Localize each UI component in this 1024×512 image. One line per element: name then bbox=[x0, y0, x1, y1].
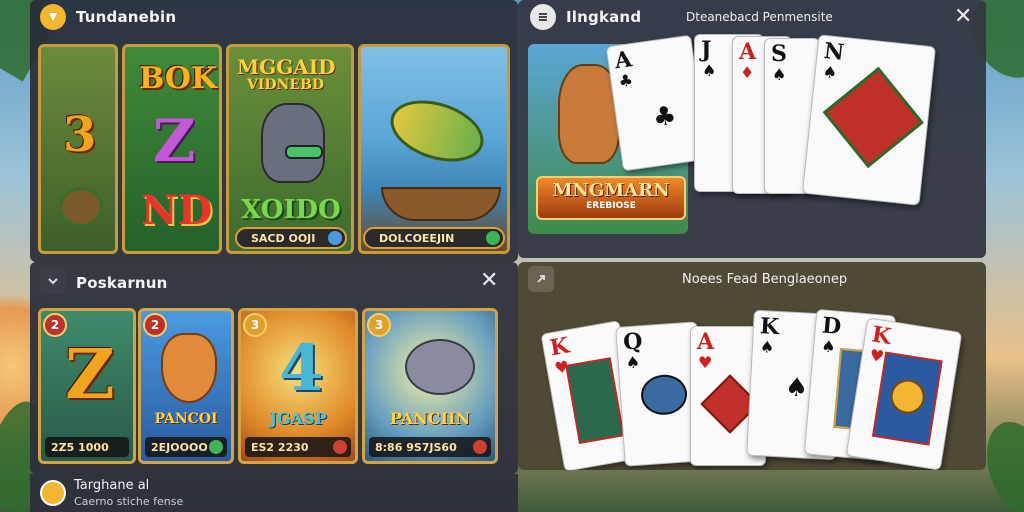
amount-bar: ES2 2230 bbox=[245, 437, 351, 457]
table-panel: Noees Fead Benglaeonep K ♥ Q ♠ A ♥ K ♠ ♠… bbox=[518, 262, 986, 470]
amount-label: 8:86 9S7JS60 bbox=[375, 440, 457, 454]
card-rank: K bbox=[759, 313, 780, 341]
rank-badge: 2 bbox=[43, 313, 67, 337]
suit-icon: ♥ bbox=[698, 353, 713, 372]
suit-icon: ♠ bbox=[702, 61, 717, 80]
rank-badge: 3 bbox=[243, 313, 267, 337]
pill-label: SACD OOJI bbox=[251, 231, 316, 245]
card-rank: A bbox=[612, 46, 634, 75]
avatar[interactable] bbox=[40, 480, 66, 506]
amount-bar: 2EJOOOO bbox=[145, 437, 227, 457]
footer-bar: Targhane al Caerno stiche fense bbox=[30, 474, 518, 512]
panel-title: Poskarnun bbox=[76, 274, 168, 292]
suit-icon: ♠ bbox=[820, 336, 837, 357]
collapse-icon[interactable] bbox=[528, 266, 554, 292]
amount-label: ES2 2230 bbox=[251, 440, 309, 454]
rank-badge: 3 bbox=[367, 313, 391, 337]
status-dot bbox=[328, 231, 342, 245]
game-name: PANCIIN bbox=[389, 409, 471, 428]
fox-icon bbox=[161, 333, 217, 403]
footer-title: Targhane al bbox=[74, 478, 150, 493]
status-dot bbox=[333, 440, 347, 454]
amount-bar: 8:86 9S7JS60 bbox=[369, 437, 491, 457]
close-icon[interactable]: ✕ bbox=[480, 270, 498, 292]
panel-subtitle: Dteanebacd Penmensite bbox=[686, 10, 833, 24]
suit-icon: ♠ bbox=[759, 337, 775, 357]
card-rank: A bbox=[697, 329, 715, 355]
card-rank: K bbox=[547, 332, 572, 362]
fish-icon bbox=[405, 339, 475, 395]
panel-title: Noees Fead Benglaeonep bbox=[682, 272, 848, 287]
goggles-icon bbox=[285, 145, 323, 159]
cat-icon bbox=[261, 103, 325, 183]
close-icon[interactable]: ✕ bbox=[954, 6, 972, 28]
panel-title: Tundanebin bbox=[76, 8, 177, 26]
card-rank: A bbox=[739, 39, 757, 65]
games-panel: Poskarnun ✕ 2 Z 2Z5 1000 2 PANCOI 2EJOOO… bbox=[30, 262, 518, 474]
coin-icon[interactable] bbox=[40, 4, 66, 30]
amount-label: 2Z5 1000 bbox=[51, 440, 109, 454]
rank-badge: 2 bbox=[143, 313, 167, 337]
slot-symbol: Z bbox=[153, 107, 196, 175]
card-rank: J bbox=[701, 37, 712, 63]
suit-icon: ♣ bbox=[651, 100, 679, 134]
playing-card[interactable]: N ♠ bbox=[801, 34, 937, 206]
slot-symbol: MGGAID bbox=[237, 55, 336, 79]
card-art bbox=[565, 357, 625, 444]
game-tile[interactable]: 3 4 JGASP ES2 2230 bbox=[238, 308, 358, 464]
amount-label: 2EJOOOO bbox=[151, 440, 208, 454]
card-rank: Q bbox=[622, 328, 644, 356]
game-tile[interactable]: 3 PANCIIN 8:86 9S7JS60 bbox=[362, 308, 498, 464]
slots-panel: Tundanebin 3 BOK Z ND MGGAID VIDNEBD XOI… bbox=[30, 0, 518, 262]
card-rank: D bbox=[820, 312, 843, 340]
slot-symbol: Z bbox=[65, 335, 115, 415]
panel-title: Ilngkand bbox=[566, 8, 642, 26]
chevron-icon[interactable] bbox=[40, 268, 66, 294]
slot-symbol: BOK bbox=[139, 61, 218, 96]
suit-icon: ♠ bbox=[821, 61, 839, 83]
card-rank: K bbox=[869, 321, 893, 351]
status-dot bbox=[209, 440, 223, 454]
slot-reel[interactable]: 3 bbox=[38, 44, 118, 254]
cards-panel: Ilngkand Dteanebacd Penmensite ✕ MNGMARN… bbox=[518, 0, 986, 258]
suit-icon: ♠ bbox=[772, 65, 787, 84]
slot-symbol: XOIDO bbox=[241, 195, 341, 225]
slot-reel[interactable]: DOLCOEEJIN bbox=[358, 44, 510, 254]
logo-sub: EREBIOSE bbox=[586, 201, 636, 211]
suit-icon: ♠ bbox=[625, 352, 641, 373]
footer-subtitle: Caerno stiche fense bbox=[74, 495, 184, 508]
amount-bar: 2Z5 1000 bbox=[45, 437, 129, 457]
bet-pill[interactable]: DOLCOEEJIN bbox=[363, 227, 505, 249]
status-dot bbox=[473, 440, 487, 454]
status-dot bbox=[486, 231, 500, 245]
suit-icon: ♣ bbox=[617, 70, 635, 92]
slot-symbol: 4 bbox=[279, 331, 324, 406]
card-rank: N bbox=[822, 37, 846, 66]
slot-symbol: ND bbox=[141, 187, 213, 234]
suit-icon: ♦ bbox=[740, 63, 755, 82]
card-rank: S bbox=[771, 41, 787, 67]
boat-icon bbox=[381, 187, 501, 221]
slot-reel[interactable]: MGGAID VIDNEBD XOIDO SACD OOJI bbox=[226, 44, 354, 254]
game-name: PANCOI bbox=[154, 411, 218, 427]
turtle-icon bbox=[59, 187, 103, 227]
slot-symbol: VIDNEBD bbox=[247, 77, 324, 93]
slot-symbol: 3 bbox=[63, 107, 97, 163]
card-art bbox=[639, 373, 689, 417]
playing-card[interactable]: K ♥ bbox=[845, 317, 963, 470]
pill-label: DOLCOEEJIN bbox=[379, 231, 455, 245]
bet-pill[interactable]: SACD OOJI bbox=[235, 227, 347, 249]
menu-icon[interactable] bbox=[530, 4, 556, 30]
playing-card[interactable]: A ♣ ♣ bbox=[605, 34, 709, 172]
fish-icon bbox=[382, 89, 492, 173]
logo-plate: MNGMARN EREBIOSE bbox=[536, 176, 686, 220]
suit-icon: ♠ bbox=[784, 372, 809, 404]
game-name: JGASP bbox=[269, 409, 327, 428]
logo-text: MNGMARN bbox=[552, 180, 670, 201]
game-tile[interactable]: 2 PANCOI 2EJOOOO bbox=[138, 308, 234, 464]
card-art bbox=[822, 66, 924, 169]
slot-reel[interactable]: BOK Z ND bbox=[122, 44, 222, 254]
game-tile[interactable]: 2 Z 2Z5 1000 bbox=[38, 308, 136, 464]
